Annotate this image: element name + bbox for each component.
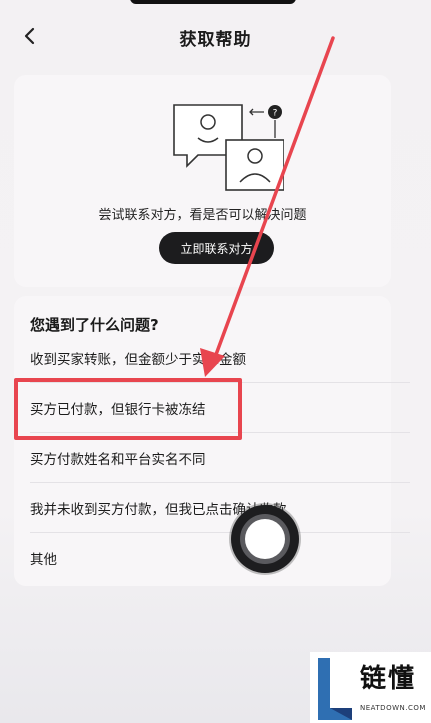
- question-item[interactable]: 收到买家转账，但金额少于实际金额: [30, 333, 375, 382]
- floating-button-ring: [240, 514, 290, 564]
- floating-assistive-button[interactable]: [231, 505, 299, 573]
- question-item[interactable]: 我并未收到买方付款，但我已点击确认收款: [30, 483, 375, 532]
- chat-support-illustration-icon: ?: [173, 104, 284, 191]
- watermark-l-icon: [318, 658, 352, 720]
- watermark-subtext: NEATDOWN.COM: [360, 704, 426, 712]
- question-card: 您遇到了什么问题? 收到买家转账，但金额少于实际金额 买方已付款，但银行卡被冻结…: [14, 296, 410, 586]
- watermark-logo: 链懂 NEATDOWN.COM: [310, 652, 431, 723]
- question-item[interactable]: 买方付款姓名和平台实名不同: [30, 433, 375, 482]
- contact-counterparty-button[interactable]: 立即联系对方: [159, 232, 274, 264]
- contact-description: 尝试联系对方，看是否可以解决问题: [98, 208, 307, 223]
- annotation-highlight-box: [14, 378, 242, 440]
- contact-card: ? 尝试联系对方，看是否可以解决问题 立即联系对方: [14, 75, 391, 287]
- watermark-text: 链懂: [360, 664, 417, 694]
- svg-text:?: ?: [273, 109, 278, 119]
- status-bar-notch: [130, 0, 296, 4]
- header: 获取帮助: [0, 18, 431, 54]
- floating-button-core: [245, 519, 285, 559]
- question-item[interactable]: 其他: [30, 533, 375, 582]
- question-title: 您遇到了什么问题?: [30, 316, 159, 334]
- page-title: 获取帮助: [179, 30, 252, 50]
